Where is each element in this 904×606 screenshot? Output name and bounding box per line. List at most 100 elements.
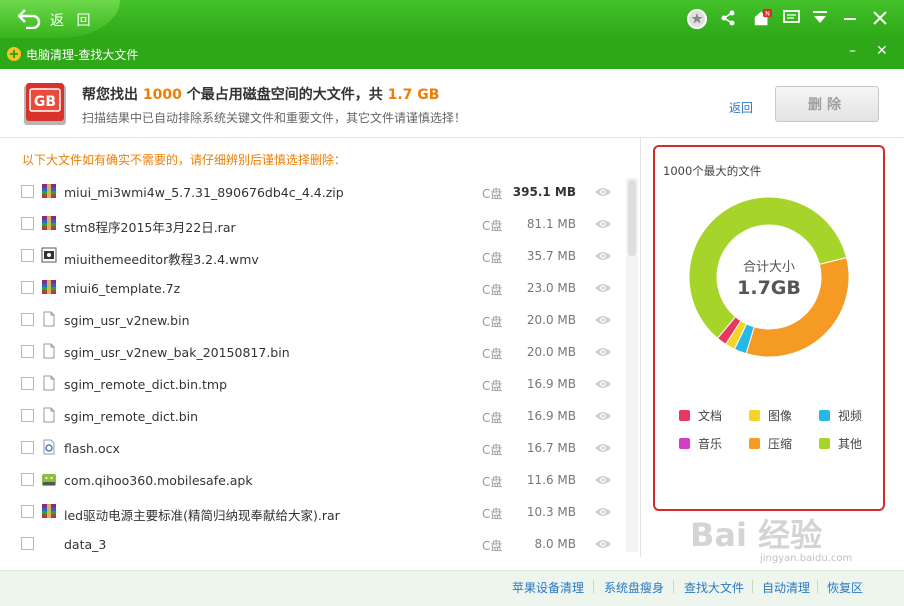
file-checkbox[interactable] xyxy=(21,473,34,486)
svg-text:N: N xyxy=(765,11,770,18)
notification-icon[interactable]: N xyxy=(752,8,772,28)
file-drive: C盘 xyxy=(482,315,503,329)
file-name: miui6_template.7z xyxy=(64,281,181,296)
eye-icon[interactable] xyxy=(594,537,612,551)
archive-icon xyxy=(41,215,57,231)
legend-item: 图像 xyxy=(749,407,792,424)
file-checkbox[interactable] xyxy=(21,345,34,358)
file-row[interactable]: led驱动电源主要标准(精简归纳现奉献给大家).rar C盘 10.3 MB xyxy=(0,496,626,528)
eye-icon[interactable] xyxy=(594,473,612,487)
file-name: sgim_usr_v2new.bin xyxy=(64,313,190,328)
legend-swatch xyxy=(679,410,690,421)
window-close-button[interactable]: ✕ xyxy=(876,43,888,59)
total-size: 1.7 GB xyxy=(387,87,440,103)
file-checkbox[interactable] xyxy=(21,441,34,454)
file-row[interactable]: data_3 C盘 8.0 MB xyxy=(0,528,626,556)
file-row[interactable]: sgim_usr_v2new.bin C盘 20.0 MB xyxy=(0,304,626,336)
window-minimize-button[interactable]: – xyxy=(849,43,856,59)
total-size-label: 合计大小 xyxy=(742,260,795,275)
footer-separator xyxy=(817,580,818,593)
legend-item: 文档 xyxy=(679,407,722,424)
legend-swatch xyxy=(819,410,830,421)
eye-icon[interactable] xyxy=(594,441,612,455)
eye-icon[interactable] xyxy=(594,249,612,263)
footer-link-restore[interactable]: 恢复区 xyxy=(827,579,863,596)
close-icon[interactable] xyxy=(870,8,890,28)
file-checkbox[interactable] xyxy=(21,505,34,518)
legend-swatch xyxy=(679,438,690,449)
file-row[interactable]: miui_mi3wmi4w_5.7.31_890676db4c_4.4.zip C… xyxy=(0,176,626,208)
footer-separator xyxy=(593,580,594,593)
file-row[interactable]: miuithemeeditor教程3.2.4.wmv C盘 35.7 MB xyxy=(0,240,626,272)
back-link[interactable]: 返回 xyxy=(729,99,753,116)
footer-link-apple-cleanup[interactable]: 苹果设备清理 xyxy=(512,579,584,596)
result-header: GB 帮您找出 1000 个最占用磁盘空间的大文件，共 1.7 GB 扫描结果中… xyxy=(0,69,904,138)
app-logo-icon xyxy=(7,47,21,61)
result-summary: 帮您找出 1000 个最占用磁盘空间的大文件，共 1.7 GB xyxy=(82,87,440,103)
eye-icon[interactable] xyxy=(594,409,612,423)
watermark: Bai 经验 xyxy=(690,516,823,554)
delete-button[interactable]: 删除 xyxy=(775,86,879,122)
file-icon xyxy=(41,375,57,391)
file-name: sgim_usr_v2new_bak_20150817.bin xyxy=(64,345,290,360)
file-drive: C盘 xyxy=(482,475,503,489)
file-row[interactable]: sgim_remote_dict.bin.tmp C盘 16.9 MB xyxy=(0,368,626,400)
file-size: 16.7 MB xyxy=(526,441,576,455)
file-checkbox[interactable] xyxy=(21,249,34,262)
eye-icon[interactable] xyxy=(594,281,612,295)
minimize-icon[interactable] xyxy=(840,8,860,28)
scrollbar-thumb[interactable] xyxy=(628,180,636,256)
blank-icon xyxy=(41,535,57,551)
file-list: miui_mi3wmi4w_5.7.31_890676db4c_4.4.zip C… xyxy=(0,176,640,556)
legend-item: 其他 xyxy=(819,435,862,452)
file-size: 20.0 MB xyxy=(526,345,576,359)
share-icon[interactable] xyxy=(718,8,738,28)
file-checkbox[interactable] xyxy=(21,185,34,198)
file-row[interactable]: miui6_template.7z C盘 23.0 MB xyxy=(0,272,626,304)
footer-bar: 苹果设备清理 系统盘瘦身 查找大文件 自动清理 恢复区 xyxy=(0,570,904,606)
back-arrow-icon xyxy=(17,9,41,29)
eye-icon[interactable] xyxy=(594,313,612,327)
file-row[interactable]: flash.ocx C盘 16.7 MB xyxy=(0,432,626,464)
eye-icon[interactable] xyxy=(594,345,612,359)
file-drive: C盘 xyxy=(482,347,503,361)
eye-icon[interactable] xyxy=(594,217,612,231)
gear-file-icon xyxy=(41,439,57,455)
legend-swatch xyxy=(749,438,760,449)
file-checkbox[interactable] xyxy=(21,217,34,230)
file-checkbox[interactable] xyxy=(21,313,34,326)
feedback-icon[interactable] xyxy=(782,8,802,28)
back-label: 返 回 xyxy=(50,13,95,29)
file-row[interactable]: sgim_usr_v2new_bak_20150817.bin C盘 20.0 MB xyxy=(0,336,626,368)
file-size: 23.0 MB xyxy=(526,281,576,295)
footer-link-auto-clean[interactable]: 自动清理 xyxy=(762,579,810,596)
file-size: 395.1 MB xyxy=(512,185,576,199)
archive-icon xyxy=(41,279,57,295)
medal-icon[interactable] xyxy=(686,4,708,32)
file-checkbox[interactable] xyxy=(21,537,34,550)
file-drive: C盘 xyxy=(482,251,503,265)
file-checkbox[interactable] xyxy=(21,377,34,390)
archive-icon xyxy=(41,183,57,199)
file-row[interactable]: sgim_remote_dict.bin C盘 16.9 MB xyxy=(0,400,626,432)
footer-link-slim-system[interactable]: 系统盘瘦身 xyxy=(604,579,664,596)
legend-label: 图像 xyxy=(768,409,793,423)
file-drive: C盘 xyxy=(482,507,503,521)
legend-item: 视频 xyxy=(819,407,862,424)
eye-icon[interactable] xyxy=(594,377,612,391)
file-name: com.qihoo360.mobilesafe.apk xyxy=(64,473,253,488)
file-name: sgim_remote_dict.bin xyxy=(64,409,199,424)
menu-icon[interactable] xyxy=(810,8,830,28)
file-icon xyxy=(41,407,57,423)
legend-item: 音乐 xyxy=(679,435,722,452)
file-row[interactable]: stm8程序2015年3月22日.rar C盘 81.1 MB xyxy=(0,208,626,240)
file-checkbox[interactable] xyxy=(21,281,34,294)
eye-icon[interactable] xyxy=(594,505,612,519)
legend-swatch xyxy=(749,410,760,421)
footer-link-find-big-files[interactable]: 查找大文件 xyxy=(684,579,744,596)
file-checkbox[interactable] xyxy=(21,409,34,422)
back-button[interactable]: 返 回 xyxy=(0,0,120,38)
total-size-value: 1.7GB xyxy=(737,277,801,299)
file-row[interactable]: com.qihoo360.mobilesafe.apk C盘 11.6 MB xyxy=(0,464,626,496)
eye-icon[interactable] xyxy=(594,185,612,199)
